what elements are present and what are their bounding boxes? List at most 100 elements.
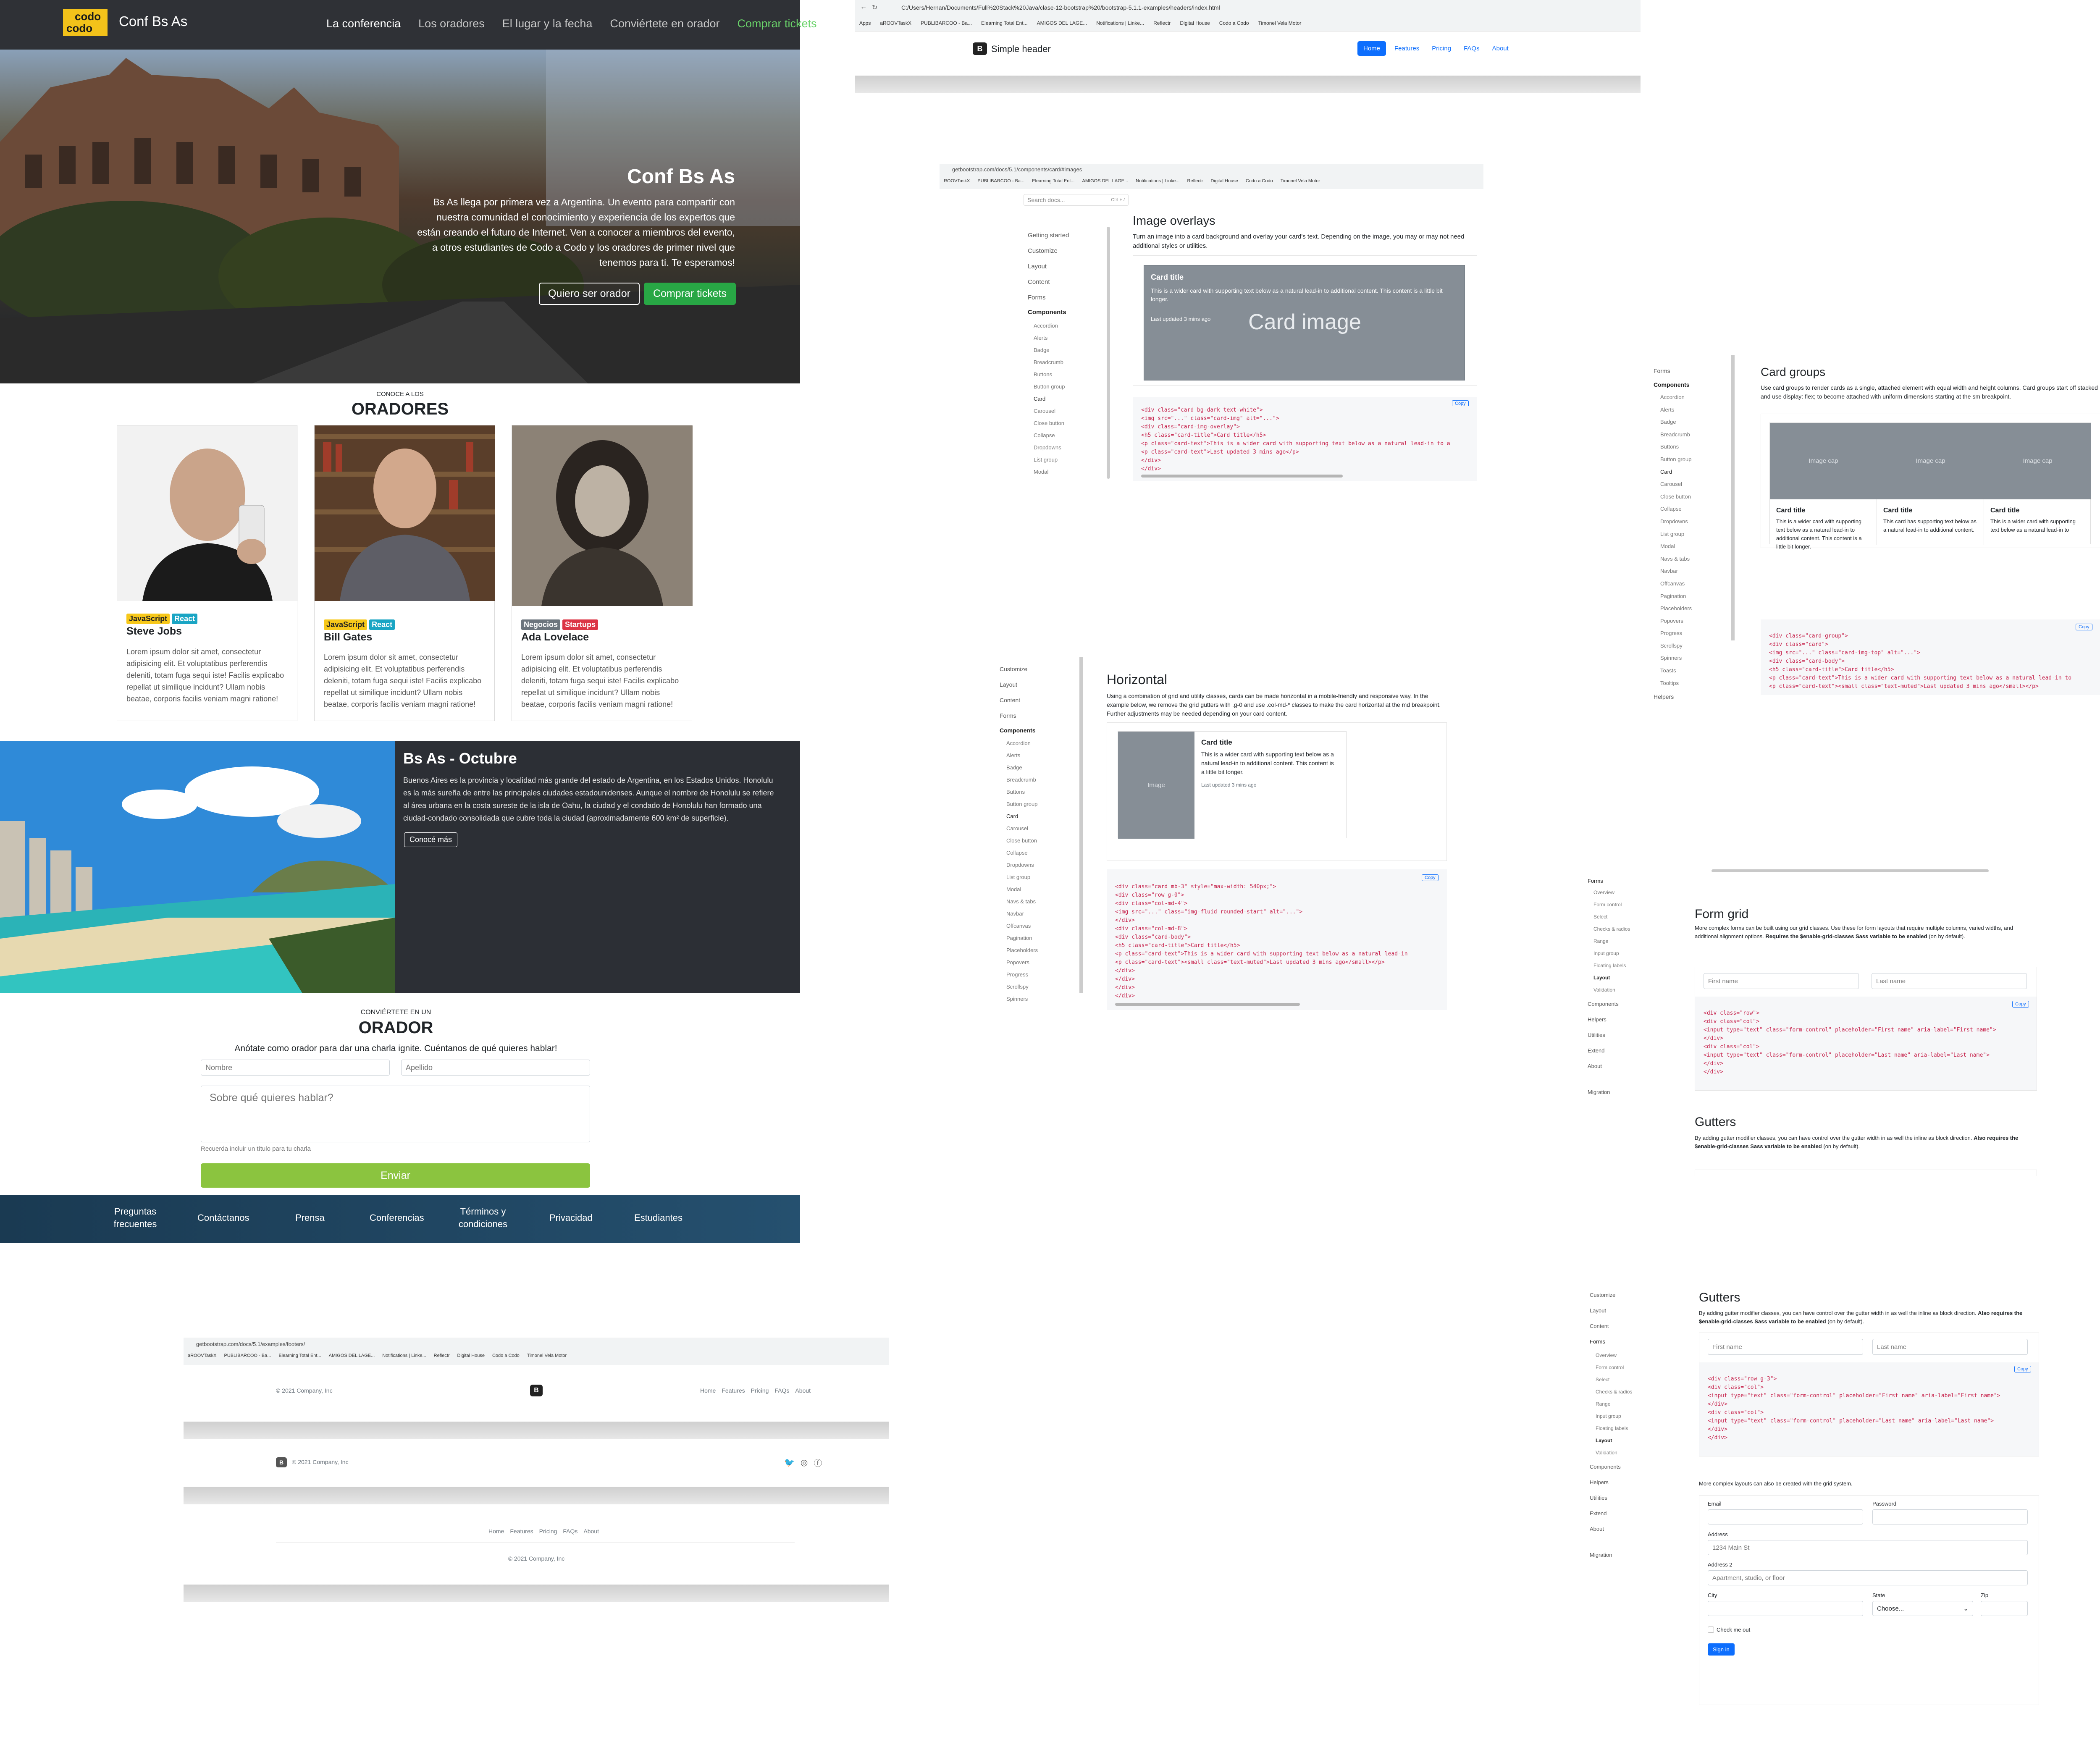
brand-title[interactable]: Conf Bs As [119,13,187,29]
bookmark[interactable]: Digital House [457,1353,485,1358]
sidebar-modal[interactable]: Modal [1034,466,1091,478]
sidebar-helpers[interactable]: Helpers [1590,1475,1665,1490]
bootstrap-logo-icon[interactable]: B [973,42,987,55]
sidebar-placeholders[interactable]: Placeholders [1660,602,1729,615]
sidebar-getting-started[interactable]: Getting started [1028,228,1091,243]
sidebar-buttons[interactable]: Buttons [1006,786,1075,798]
sidebar-dropdowns[interactable]: Dropdowns [1660,515,1729,528]
sidebar-carousel[interactable]: Carousel [1006,822,1075,834]
sidebar-layout[interactable]: Layout [1590,1303,1665,1318]
bookmark[interactable]: Elearning Total Ent... [1032,178,1074,184]
sidebar-breadcrumb[interactable]: Breadcrumb [1034,356,1091,368]
footer-faq-link[interactable]: Preguntas frecuentes [110,1205,160,1231]
sidebar-checks-radios[interactable]: Checks & radios [1593,923,1663,935]
sidebar-dropdowns[interactable]: Dropdowns [1034,441,1091,454]
sidebar-migration[interactable]: Migration [1588,1084,1663,1100]
nav-home[interactable]: Home [1357,41,1386,56]
code-scrollbar[interactable] [1141,475,1343,478]
sidebar-input-group[interactable]: Input group [1596,1410,1665,1422]
footer-pricing-link[interactable]: Pricing [539,1528,557,1535]
sidebar-list-group[interactable]: List group [1034,454,1091,466]
bookmark[interactable]: Timonel Vela Motor [527,1353,567,1358]
conoce-mas-button[interactable]: Conocé más [404,832,458,847]
simple-header-brand[interactable]: Simple header [991,44,1051,55]
footer-contact-link[interactable]: Contáctanos [197,1212,249,1224]
sidebar-content[interactable]: Content [1590,1318,1665,1334]
sidebar-floating-labels[interactable]: Floating labels [1596,1422,1665,1435]
bookmark[interactable]: Digital House [1210,178,1238,184]
sidebar-list-group[interactable]: List group [1006,871,1075,883]
password-input[interactable] [1872,1509,2028,1524]
copy-button[interactable]: Copy [1422,874,1438,881]
footer-privacidad-link[interactable]: Privacidad [549,1212,593,1224]
sidebar-modal[interactable]: Modal [1006,883,1075,895]
bookmark[interactable]: aROOVTaskX [188,1353,216,1358]
nav-lugar-fecha[interactable]: El lugar y la fecha [502,17,593,30]
bookmark[interactable]: Notifications | Linke... [1096,20,1144,26]
sidebar-customize[interactable]: Customize [1000,661,1075,677]
bookmark[interactable]: AMIGOS DEL LAGE... [1037,20,1087,26]
footer-estudiantes-link[interactable]: Estudiantes [634,1212,682,1224]
sidebar-components[interactable]: Components [1590,1459,1665,1475]
sidebar-accordion[interactable]: Accordion [1034,320,1091,332]
sidebar-migration[interactable]: Migration [1590,1547,1665,1563]
bookmark[interactable]: Codo a Codo [1246,178,1273,184]
zip-input[interactable] [1981,1601,2028,1616]
sidebar-select[interactable]: Select [1593,911,1663,923]
sidebar-overview[interactable]: Overview [1593,887,1663,899]
twitter-icon[interactable]: 🐦 [784,1457,795,1468]
bookmark[interactable]: Apps [859,20,871,26]
sidebar-input-group[interactable]: Input group [1593,947,1663,960]
nav-faqs[interactable]: FAQs [1460,41,1484,56]
sidebar-customize[interactable]: Customize [1028,243,1091,259]
sidebar-scrollspy[interactable]: Scrollspy [1006,981,1075,993]
sidebar-breadcrumb[interactable]: Breadcrumb [1660,428,1729,441]
sidebar-forms[interactable]: Forms [1028,290,1091,305]
sidebar-buttons[interactable]: Buttons [1034,368,1091,380]
sidebar-button-group[interactable]: Button group [1006,798,1075,810]
sidebar-layout[interactable]: Layout [1596,1435,1665,1447]
nav-pricing[interactable]: Pricing [1428,41,1455,56]
sidebar-navbar[interactable]: Navbar [1006,908,1075,920]
sidebar-badge[interactable]: Badge [1034,344,1091,356]
sidebar-forms[interactable]: Forms [1000,708,1075,724]
email-input[interactable] [1708,1509,1863,1524]
sidebar-buttons[interactable]: Buttons [1660,441,1729,453]
nombre-input[interactable] [201,1060,390,1076]
sidebar-utilities[interactable]: Utilities [1590,1490,1665,1506]
code-scrollbar[interactable] [1115,1003,1300,1006]
sidebar-popovers[interactable]: Popovers [1006,956,1075,968]
sidebar-utilities[interactable]: Utilities [1588,1027,1663,1043]
sidebar-accordion[interactable]: Accordion [1660,391,1729,404]
sidebar-card[interactable]: Card [1006,810,1075,822]
footer-faqs-link[interactable]: FAQs [774,1387,789,1394]
sidebar-form-control[interactable]: Form control [1596,1362,1665,1374]
sidebar-extend[interactable]: Extend [1590,1506,1665,1521]
sidebar-carousel[interactable]: Carousel [1660,478,1729,491]
sidebar-range[interactable]: Range [1593,935,1663,947]
sidebar-overview[interactable]: Overview [1596,1349,1665,1362]
footer-pricing-link[interactable]: Pricing [751,1387,769,1394]
sidebar-accordion[interactable]: Accordion [1006,737,1075,749]
facebook-icon[interactable]: ⓕ [814,1456,822,1469]
sidebar-breadcrumb[interactable]: Breadcrumb [1006,774,1075,786]
sidebar-modal[interactable]: Modal [1660,540,1729,553]
sidebar-badge[interactable]: Badge [1660,416,1729,428]
sidebar-forms[interactable]: Forms [1590,1334,1665,1349]
sidebar-card[interactable]: Card [1034,393,1091,405]
state-select[interactable]: Choose... ⌄ [1872,1601,1973,1616]
sidebar-close-button[interactable]: Close button [1006,834,1075,847]
sidebar-tooltips[interactable]: Tooltips [1660,677,1729,690]
sidebar-collapse[interactable]: Collapse [1660,503,1729,515]
url-bar[interactable]: getbootstrap.com/docs/5.1/examples/foote… [196,1341,305,1347]
sidebar-components[interactable]: Components [1588,996,1663,1012]
bootstrap-logo-icon[interactable]: B [276,1457,287,1467]
top-scrollbar[interactable] [1712,869,1989,872]
sidebar-components[interactable]: Components [1654,378,1729,391]
last-name-input[interactable] [1872,1339,2028,1355]
sidebar-navs-tabs[interactable]: Navs & tabs [1660,553,1729,565]
sidebar-navs-tabs[interactable]: Navs & tabs [1006,895,1075,908]
sidebar-offcanvas[interactable]: Offcanvas [1660,577,1729,590]
bookmark[interactable]: PUBLIBARCOO - Ba... [977,178,1024,184]
nav-about[interactable]: About [1488,41,1513,56]
